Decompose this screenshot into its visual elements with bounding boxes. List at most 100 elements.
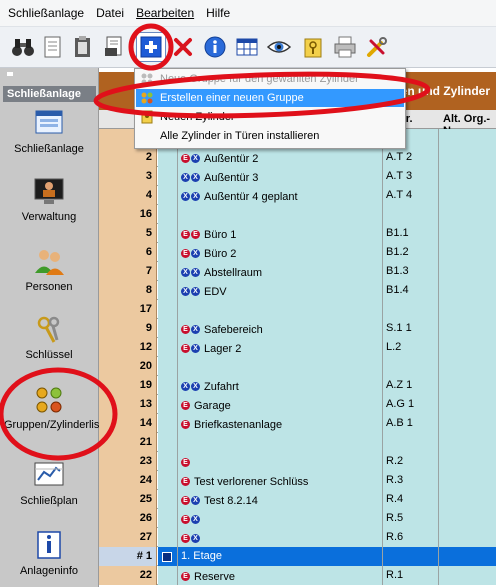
row-name-cell[interactable]: E <box>178 452 383 471</box>
table-row[interactable]: 8 X X EDV B1.4 <box>99 281 496 300</box>
add-icon[interactable] <box>136 32 166 62</box>
table-row[interactable]: 20 <box>99 357 496 376</box>
electronic-cylinder-icon: E <box>181 325 190 334</box>
row-name-cell[interactable]: 1. Etage <box>178 547 383 566</box>
table-row[interactable]: 21 <box>99 433 496 452</box>
sidebar-item-schliessanlage[interactable]: Schließanlage <box>0 108 98 155</box>
row-nr-cell: A.T 2 <box>383 148 439 167</box>
menu-bearbeiten[interactable]: Bearbeiten <box>130 0 200 26</box>
electronic-cylinder-icon: E <box>191 230 200 239</box>
row-type-cell <box>158 452 178 471</box>
mechanical-cylinder-icon: X <box>181 287 190 296</box>
row-name-cell[interactable] <box>178 357 383 376</box>
row-nr-cell: A.T 3 <box>383 167 439 186</box>
table-row[interactable]: 4 X X Außentür 4 geplant A.T 4 <box>99 186 496 205</box>
table-row[interactable]: 14 E Briefkastenanlage A.B 1 <box>99 414 496 433</box>
sidebar-item-anlageninfo[interactable]: Anlageninfo <box>0 530 98 577</box>
sidebar-header: Schließanlage <box>3 86 96 102</box>
row-name-content: E <box>181 458 194 467</box>
row-name-content: X X EDV <box>181 283 227 301</box>
table-row[interactable]: 27 E X R.6 <box>99 528 496 547</box>
menu-item-new-group-for-cylinder[interactable]: Neue Gruppe für den gewählten Zylinder <box>136 70 404 88</box>
info-icon[interactable] <box>200 32 230 62</box>
delete-icon[interactable] <box>168 32 198 62</box>
table-row[interactable]: 17 <box>99 300 496 319</box>
table-row[interactable]: # 1 1. Etage <box>99 547 496 566</box>
menu-hilfe[interactable]: Hilfe <box>200 0 236 26</box>
menu-datei[interactable]: Datei <box>90 0 130 26</box>
table-row[interactable]: 24 E Test verlorener Schlüss R.3 <box>99 471 496 490</box>
row-name-cell[interactable] <box>178 205 383 224</box>
table-row[interactable]: 19 X X Zufahrt A.Z 1 <box>99 376 496 395</box>
row-name-cell[interactable]: E X Außentür 2 <box>178 148 383 167</box>
document-icon[interactable] <box>38 32 68 62</box>
table-row[interactable]: 6 E X Büro 2 B1.2 <box>99 243 496 262</box>
row-name-content: E X Büro 2 <box>181 245 236 263</box>
row-name-cell[interactable]: X X Zufahrt <box>178 376 383 395</box>
menu-item-new-cylinder[interactable]: Neuen Zylinder <box>136 108 404 126</box>
row-name-cell[interactable]: X X Außentür 3 <box>178 167 383 186</box>
row-name-content: E Reserve <box>181 568 235 586</box>
sidebar-item-label: Gruppen/Zylinderliste <box>4 419 109 431</box>
menu-schliessanlage[interactable]: Schließanlage <box>0 0 90 26</box>
row-name-cell[interactable]: E X Test 8.2.14 <box>178 490 383 509</box>
row-type-cell <box>158 528 178 547</box>
eye-icon[interactable] <box>264 32 294 62</box>
table-row[interactable]: 26 E X R.5 <box>99 509 496 528</box>
row-name-cell[interactable]: E X Büro 2 <box>178 243 383 262</box>
row-alt-cell <box>439 376 496 395</box>
printer-icon[interactable] <box>330 32 360 62</box>
row-name-content: E E Büro 1 <box>181 226 236 244</box>
tools-icon[interactable] <box>362 32 392 62</box>
row-name-cell[interactable]: E X Lager 2 <box>178 338 383 357</box>
menu-item-create-new-group[interactable]: Erstellen einer neuen Gruppe <box>136 89 404 107</box>
row-type-cell <box>158 376 178 395</box>
table-row[interactable]: 2 E X Außentür 2 A.T 2 <box>99 148 496 167</box>
table-row[interactable]: 5 E E Büro 1 B1.1 <box>99 224 496 243</box>
row-alt-cell <box>439 224 496 243</box>
table-icon[interactable] <box>232 32 262 62</box>
table-row[interactable]: 25 E X Test 8.2.14 R.4 <box>99 490 496 509</box>
table-row[interactable]: 22 E Reserve R.1 <box>99 566 496 585</box>
print-preview-icon[interactable] <box>100 32 130 62</box>
binoculars-icon[interactable] <box>8 32 38 62</box>
mechanical-cylinder-icon: X <box>181 382 190 391</box>
table-row[interactable]: 16 <box>99 205 496 224</box>
row-name-cell[interactable]: EX <box>178 509 383 528</box>
table-row[interactable]: 3 X X Außentür 3 A.T 3 <box>99 167 496 186</box>
row-name: Reserve <box>194 570 235 583</box>
row-name-cell[interactable] <box>178 300 383 319</box>
sidebar-item-schliessplan[interactable]: Schließplan <box>0 460 98 507</box>
sidebar-item-gruppen[interactable]: Gruppen/Zylinderliste <box>0 384 109 432</box>
row-name-cell[interactable]: EX <box>178 528 383 547</box>
row-name: Safebereich <box>204 323 263 336</box>
row-nr-cell: R.2 <box>383 452 439 471</box>
keys-icon <box>32 314 66 344</box>
row-name-cell[interactable]: E Test verlorener Schlüss <box>178 471 383 490</box>
menu-item-install-all-cylinders[interactable]: Alle Zylinder in Türen installieren <box>136 127 404 145</box>
table-row[interactable]: 7 X X Abstellraum B1.3 <box>99 262 496 281</box>
row-name-cell[interactable]: X X EDV <box>178 281 383 300</box>
mechanical-cylinder-icon: X <box>191 173 200 182</box>
sidebar-item-personen[interactable]: Personen <box>0 246 98 293</box>
table-row[interactable]: 12 E X Lager 2 L.2 <box>99 338 496 357</box>
row-name-cell[interactable]: E Garage <box>178 395 383 414</box>
key-folder-icon[interactable] <box>298 32 328 62</box>
sidebar-item-schluessel[interactable]: Schlüssel <box>0 314 98 361</box>
row-name-cell[interactable]: E X Safebereich <box>178 319 383 338</box>
row-name-cell[interactable] <box>178 433 383 452</box>
row-name-cell[interactable]: X X Abstellraum <box>178 262 383 281</box>
table-row[interactable]: 13 E Garage A.G 1 <box>99 395 496 414</box>
table-row[interactable]: 23 E R.2 <box>99 452 496 471</box>
clipboard-icon[interactable] <box>68 32 98 62</box>
sidebar-item-verwaltung[interactable]: Verwaltung <box>0 176 98 223</box>
toolbar <box>0 27 496 68</box>
row-name-cell[interactable]: X X Außentür 4 geplant <box>178 186 383 205</box>
row-name-cell[interactable]: E E Büro 1 <box>178 224 383 243</box>
row-name-cell[interactable]: E Reserve <box>178 566 383 585</box>
table-row[interactable]: 9 E X Safebereich S.1 1 <box>99 319 496 338</box>
row-name-cell[interactable]: E Briefkastenanlage <box>178 414 383 433</box>
row-type-cell <box>158 281 178 300</box>
row-type-cell <box>158 566 178 585</box>
electronic-cylinder-icon: E <box>181 515 190 524</box>
